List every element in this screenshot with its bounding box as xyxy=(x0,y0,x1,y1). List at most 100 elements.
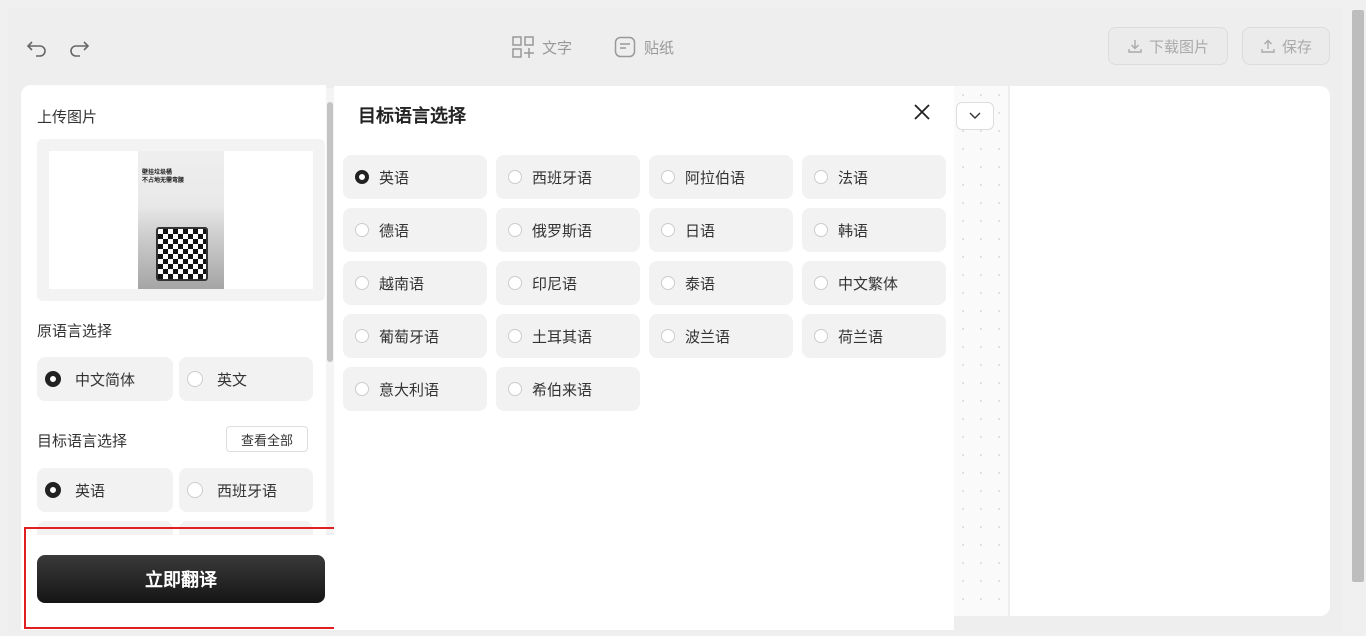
thumbnail-text: 壁挂垃圾桶 不占地无需弯腰 xyxy=(142,169,185,184)
target-option-label: 西班牙语 xyxy=(217,481,278,500)
language-option-label: 荷兰语 xyxy=(838,327,884,346)
language-option-label: 葡萄牙语 xyxy=(379,327,440,346)
save-label: 保存 xyxy=(1281,37,1312,56)
sticker-icon xyxy=(614,36,636,58)
download-icon xyxy=(1128,40,1142,53)
radio-selected xyxy=(45,482,61,498)
language-option[interactable]: 荷兰语 xyxy=(802,314,946,358)
radio-unselected xyxy=(187,371,203,387)
language-option[interactable]: 阿拉伯语 xyxy=(649,155,793,199)
language-option-label: 法语 xyxy=(838,168,869,187)
product-thumbnail: 壁挂垃圾桶 不占地无需弯腰 xyxy=(138,151,224,289)
radio-unselected xyxy=(814,223,828,237)
language-option-label: 西班牙语 xyxy=(532,168,593,187)
language-option-label: 意大利语 xyxy=(379,380,440,399)
language-option[interactable]: 日语 xyxy=(649,208,793,252)
trash-bin-image xyxy=(156,227,208,281)
language-option[interactable]: 西班牙语 xyxy=(496,155,640,199)
upload-label: 上传图片 xyxy=(37,108,98,126)
radio-unselected xyxy=(508,382,522,396)
language-option-label: 希伯来语 xyxy=(532,380,593,399)
radio-selected xyxy=(355,170,369,184)
radio-unselected xyxy=(187,482,203,498)
chevron-down-icon xyxy=(969,112,981,119)
radio-unselected xyxy=(508,223,522,237)
radio-unselected xyxy=(508,170,522,184)
upload-preview: 壁挂垃圾桶 不占地无需弯腰 xyxy=(49,151,313,289)
radio-selected xyxy=(45,371,61,387)
radio-unselected xyxy=(661,223,675,237)
highlight-annotation xyxy=(24,527,358,629)
canvas-preview xyxy=(1010,86,1330,616)
grid-plus-icon xyxy=(512,36,534,58)
radio-unselected xyxy=(661,170,675,184)
radio-unselected xyxy=(661,329,675,343)
sticker-tool-button[interactable]: 贴纸 xyxy=(614,36,674,58)
language-option-label: 俄罗斯语 xyxy=(532,221,593,240)
upload-area[interactable]: 壁挂垃圾桶 不占地无需弯腰 xyxy=(37,139,325,301)
language-option-label: 印尼语 xyxy=(532,274,578,293)
language-option[interactable]: 土耳其语 xyxy=(496,314,640,358)
language-option-label: 中文繁体 xyxy=(838,274,899,293)
save-button[interactable]: 保存 xyxy=(1242,27,1330,65)
radio-unselected xyxy=(661,276,675,290)
radio-unselected xyxy=(355,329,369,343)
redo-icon[interactable] xyxy=(68,38,90,58)
download-image-button[interactable]: 下载图片 xyxy=(1108,27,1228,65)
source-option-english[interactable]: 英文 xyxy=(179,357,313,401)
language-option-label: 德语 xyxy=(379,221,410,240)
language-option[interactable]: 俄罗斯语 xyxy=(496,208,640,252)
source-option-label: 中文简体 xyxy=(75,370,136,389)
target-option-english[interactable]: 英语 xyxy=(37,468,173,512)
upload-icon xyxy=(1261,39,1275,53)
left-panel: 上传图片 壁挂垃圾桶 不占地无需弯腰 原语言选择 中文简体 英文 目标语言选择 … xyxy=(21,85,326,535)
language-option-label: 英语 xyxy=(379,168,410,187)
left-panel-scroll-thumb[interactable] xyxy=(327,102,333,362)
language-option-label: 泰语 xyxy=(685,274,716,293)
language-option[interactable]: 希伯来语 xyxy=(496,367,640,411)
language-option-label: 土耳其语 xyxy=(532,327,593,346)
zoom-dropdown-button[interactable] xyxy=(956,102,994,130)
language-option[interactable]: 英语 xyxy=(343,155,487,199)
radio-unselected xyxy=(814,276,828,290)
language-option-label: 阿拉伯语 xyxy=(685,168,746,187)
language-option[interactable]: 印尼语 xyxy=(496,261,640,305)
language-option[interactable]: 波兰语 xyxy=(649,314,793,358)
text-tool-button[interactable]: 文字 xyxy=(512,36,572,58)
language-option[interactable]: 泰语 xyxy=(649,261,793,305)
canvas-grid-area xyxy=(954,86,1008,616)
radio-unselected xyxy=(814,329,828,343)
target-language-modal: 目标语言选择 英语 西班牙语 阿拉伯语 法语德语 俄罗斯语 日语 韩语越南语 印尼语 泰语 中文繁… xyxy=(334,86,954,630)
source-language-label: 原语言选择 xyxy=(37,322,113,340)
language-option-label: 日语 xyxy=(685,221,716,240)
sticker-tool-label: 贴纸 xyxy=(644,38,675,57)
language-option-label: 韩语 xyxy=(838,221,869,240)
radio-unselected xyxy=(508,276,522,290)
view-all-button[interactable]: 查看全部 xyxy=(226,426,308,452)
text-tool-label: 文字 xyxy=(542,38,573,57)
undo-icon[interactable] xyxy=(26,38,48,58)
radio-unselected xyxy=(355,276,369,290)
target-option-spanish[interactable]: 西班牙语 xyxy=(179,468,313,512)
radio-unselected xyxy=(508,329,522,343)
language-option[interactable]: 意大利语 xyxy=(343,367,487,411)
download-label: 下载图片 xyxy=(1148,37,1209,56)
radio-unselected xyxy=(355,382,369,396)
language-option[interactable]: 越南语 xyxy=(343,261,487,305)
radio-unselected xyxy=(814,170,828,184)
source-option-label: 英文 xyxy=(217,370,248,389)
language-option[interactable]: 德语 xyxy=(343,208,487,252)
language-option-label: 越南语 xyxy=(379,274,425,293)
target-option-label: 英语 xyxy=(75,481,106,500)
language-option-label: 波兰语 xyxy=(685,327,731,346)
radio-unselected xyxy=(355,223,369,237)
target-language-label: 目标语言选择 xyxy=(37,432,128,450)
language-option[interactable]: 法语 xyxy=(802,155,946,199)
language-option[interactable]: 葡萄牙语 xyxy=(343,314,487,358)
modal-title: 目标语言选择 xyxy=(358,106,466,127)
language-option[interactable]: 韩语 xyxy=(802,208,946,252)
close-icon[interactable] xyxy=(912,102,932,122)
page-scroll-thumb[interactable] xyxy=(1352,10,1364,582)
language-option[interactable]: 中文繁体 xyxy=(802,261,946,305)
source-option-chinese-simplified[interactable]: 中文简体 xyxy=(37,357,173,401)
